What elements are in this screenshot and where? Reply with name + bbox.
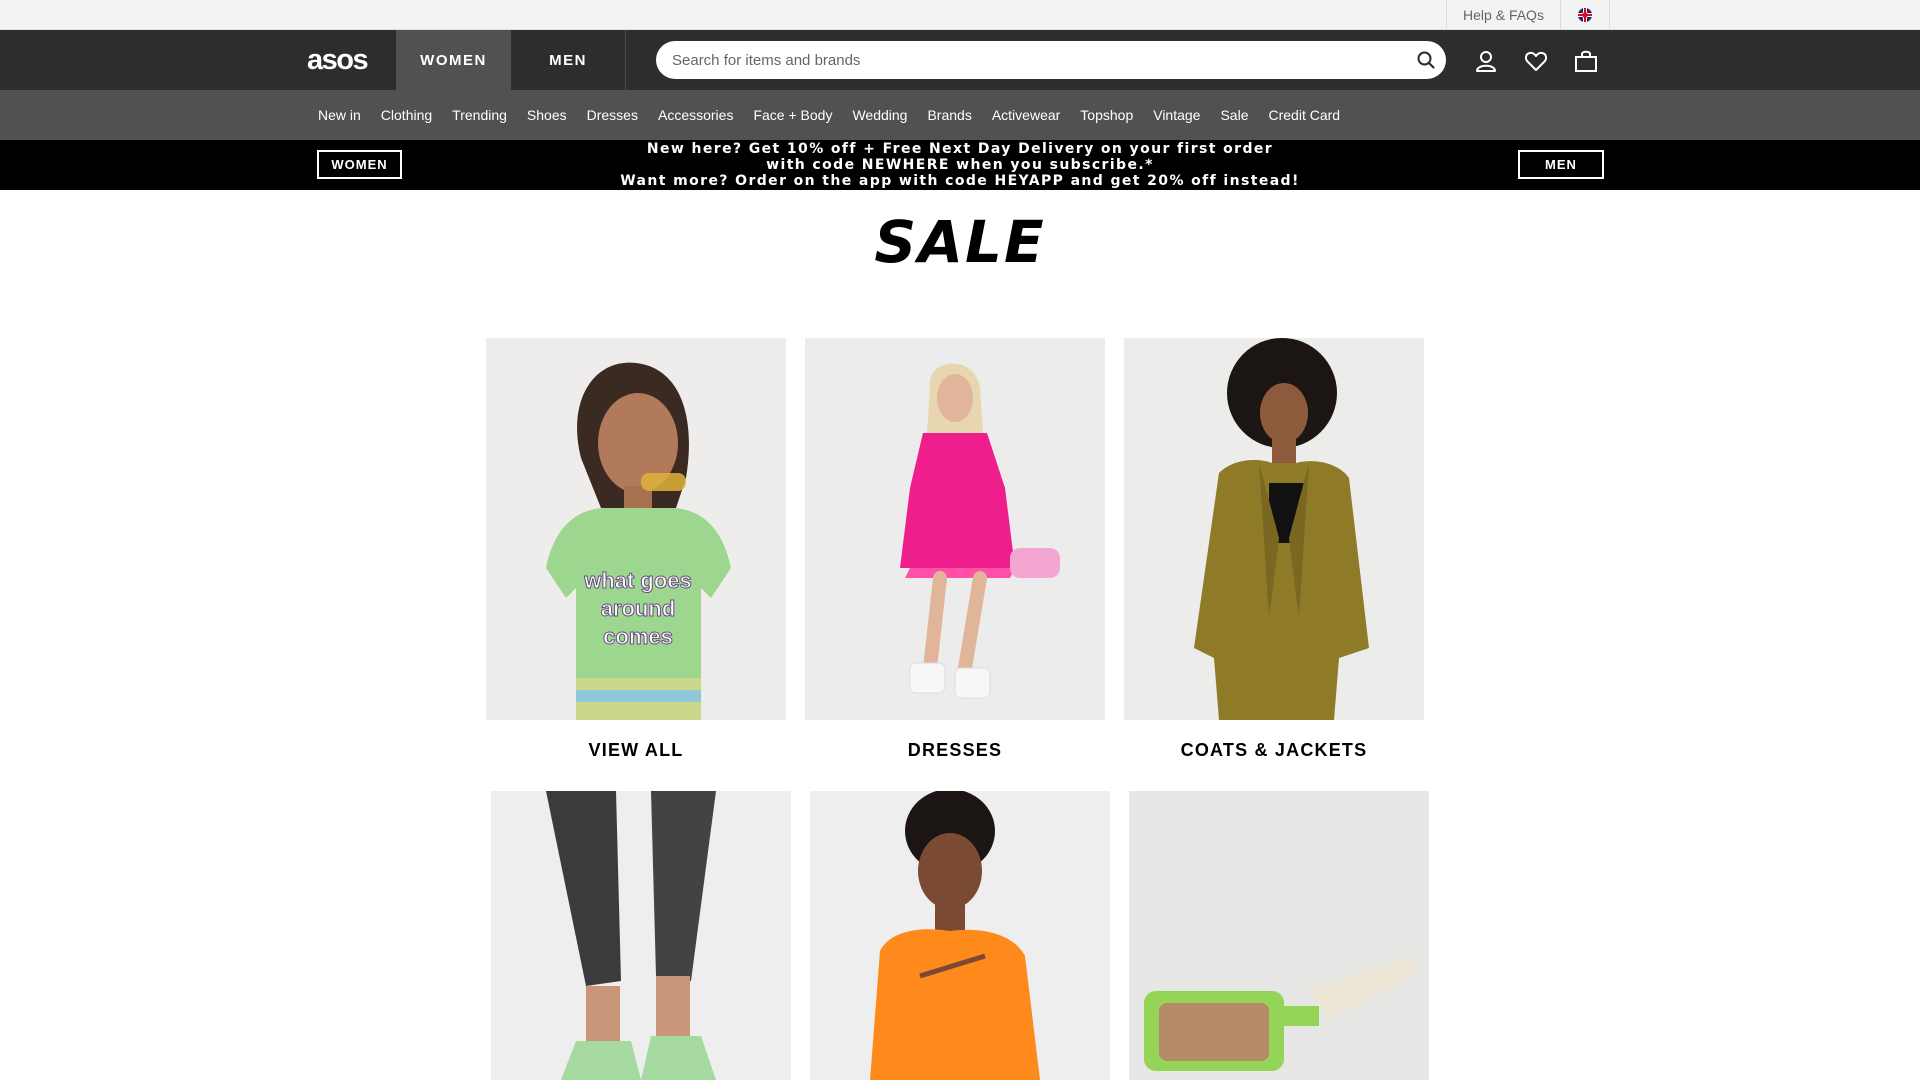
nav-item-brands[interactable]: Brands bbox=[917, 107, 981, 123]
tab-men[interactable]: MEN bbox=[511, 30, 626, 90]
account-icon bbox=[1476, 51, 1496, 72]
promo-line-1: New here? Get 10% off + Free Next Day De… bbox=[646, 141, 1274, 157]
page-title: SALE bbox=[874, 208, 1046, 276]
bag-icon bbox=[1575, 50, 1597, 72]
category-card-coats-jackets[interactable]: COATS & JACKETS bbox=[1124, 338, 1424, 761]
promo-banner: WOMEN New here? Get 10% off + Free Next … bbox=[0, 140, 1920, 190]
utility-bar: Help & FAQs bbox=[0, 0, 1920, 30]
promo-message[interactable]: New here? Get 10% off + Free Next Day De… bbox=[560, 140, 1360, 190]
nav-item-wedding[interactable]: Wedding bbox=[842, 107, 917, 123]
nav-item-face-body[interactable]: Face + Body bbox=[743, 107, 842, 123]
asos-logo[interactable]: asos bbox=[307, 30, 395, 90]
category-card-tops[interactable] bbox=[810, 791, 1110, 1080]
promo-men-button[interactable]: MEN bbox=[1518, 150, 1604, 179]
product-image bbox=[1124, 338, 1424, 720]
nav-item-accessories[interactable]: Accessories bbox=[648, 107, 743, 123]
promo-women-button[interactable]: WOMEN bbox=[317, 150, 402, 179]
help-faqs-link[interactable]: Help & FAQs bbox=[1446, 0, 1560, 30]
promo-line-3: Want more? Order on the app with code HE… bbox=[620, 173, 1300, 189]
product-image: what goes around comes bbox=[486, 338, 786, 720]
category-card-accessories[interactable] bbox=[1129, 791, 1429, 1080]
saved-items-button[interactable] bbox=[1523, 48, 1549, 74]
product-image bbox=[491, 791, 791, 1080]
svg-text:comes: comes bbox=[603, 624, 673, 649]
bag-button[interactable] bbox=[1573, 48, 1599, 74]
category-label: VIEW ALL bbox=[588, 740, 684, 760]
nav-item-credit-card[interactable]: Credit Card bbox=[1259, 107, 1351, 123]
category-nav: New in Clothing Trending Shoes Dresses A… bbox=[0, 90, 1920, 140]
category-label: COATS & JACKETS bbox=[1180, 740, 1368, 760]
svg-text:what goes: what goes bbox=[583, 568, 692, 593]
nav-item-trending[interactable]: Trending bbox=[442, 107, 517, 123]
country-selector[interactable] bbox=[1560, 0, 1610, 30]
svg-text:around: around bbox=[601, 596, 676, 621]
search-button[interactable] bbox=[1414, 48, 1438, 72]
category-card-view-all[interactable]: what goes around comes VIEW ALL bbox=[486, 338, 786, 761]
nav-item-dresses[interactable]: Dresses bbox=[577, 107, 648, 123]
nav-item-activewear[interactable]: Activewear bbox=[982, 107, 1070, 123]
account-button[interactable] bbox=[1473, 48, 1499, 74]
product-image bbox=[810, 791, 1110, 1080]
nav-item-shoes[interactable]: Shoes bbox=[517, 107, 577, 123]
heart-icon bbox=[1524, 51, 1548, 71]
uk-flag-icon bbox=[1578, 8, 1592, 22]
nav-item-vintage[interactable]: Vintage bbox=[1143, 107, 1210, 123]
promo-line-2: with code NEWHERE when you subscribe.* bbox=[766, 157, 1154, 173]
product-image bbox=[805, 338, 1105, 720]
category-card-dresses[interactable]: DRESSES bbox=[805, 338, 1105, 761]
search-box bbox=[656, 41, 1446, 79]
nav-item-sale[interactable]: Sale bbox=[1210, 107, 1258, 123]
nav-item-new-in[interactable]: New in bbox=[308, 107, 371, 123]
category-label: DRESSES bbox=[907, 740, 1003, 760]
main-header: asos WOMEN MEN bbox=[0, 30, 1920, 90]
nav-item-topshop[interactable]: Topshop bbox=[1070, 107, 1143, 123]
search-icon bbox=[1417, 51, 1435, 69]
tab-women[interactable]: WOMEN bbox=[396, 30, 511, 90]
search-input[interactable] bbox=[672, 41, 1392, 79]
product-image bbox=[1129, 791, 1429, 1080]
category-card-jeans[interactable] bbox=[491, 791, 791, 1080]
nav-item-clothing[interactable]: Clothing bbox=[371, 107, 442, 123]
